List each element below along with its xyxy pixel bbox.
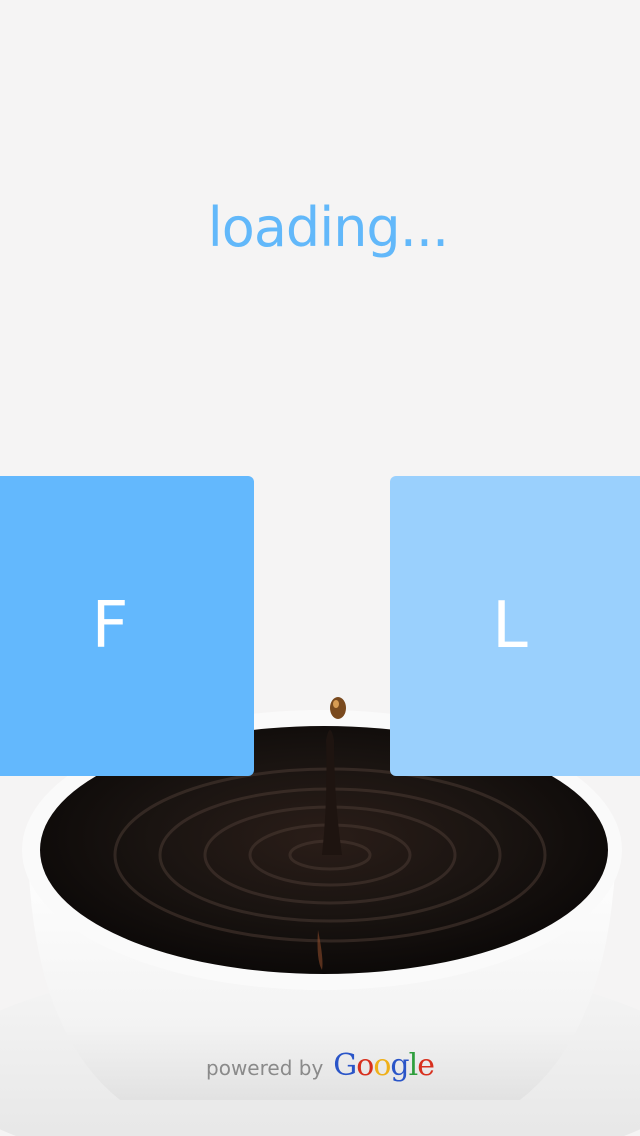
google-logo: Google [333,1048,435,1083]
powered-by-label: powered by [206,1056,324,1080]
loading-text: loading... [207,196,449,259]
tile-f-button[interactable]: F [0,476,254,776]
tile-l-label: L [492,589,528,663]
tile-l-button[interactable]: L [390,476,640,776]
tile-f-label: F [91,589,129,663]
powered-by-footer: powered by Google [0,1048,640,1083]
splash-screen: loading... F L powered by Google [0,0,640,1136]
